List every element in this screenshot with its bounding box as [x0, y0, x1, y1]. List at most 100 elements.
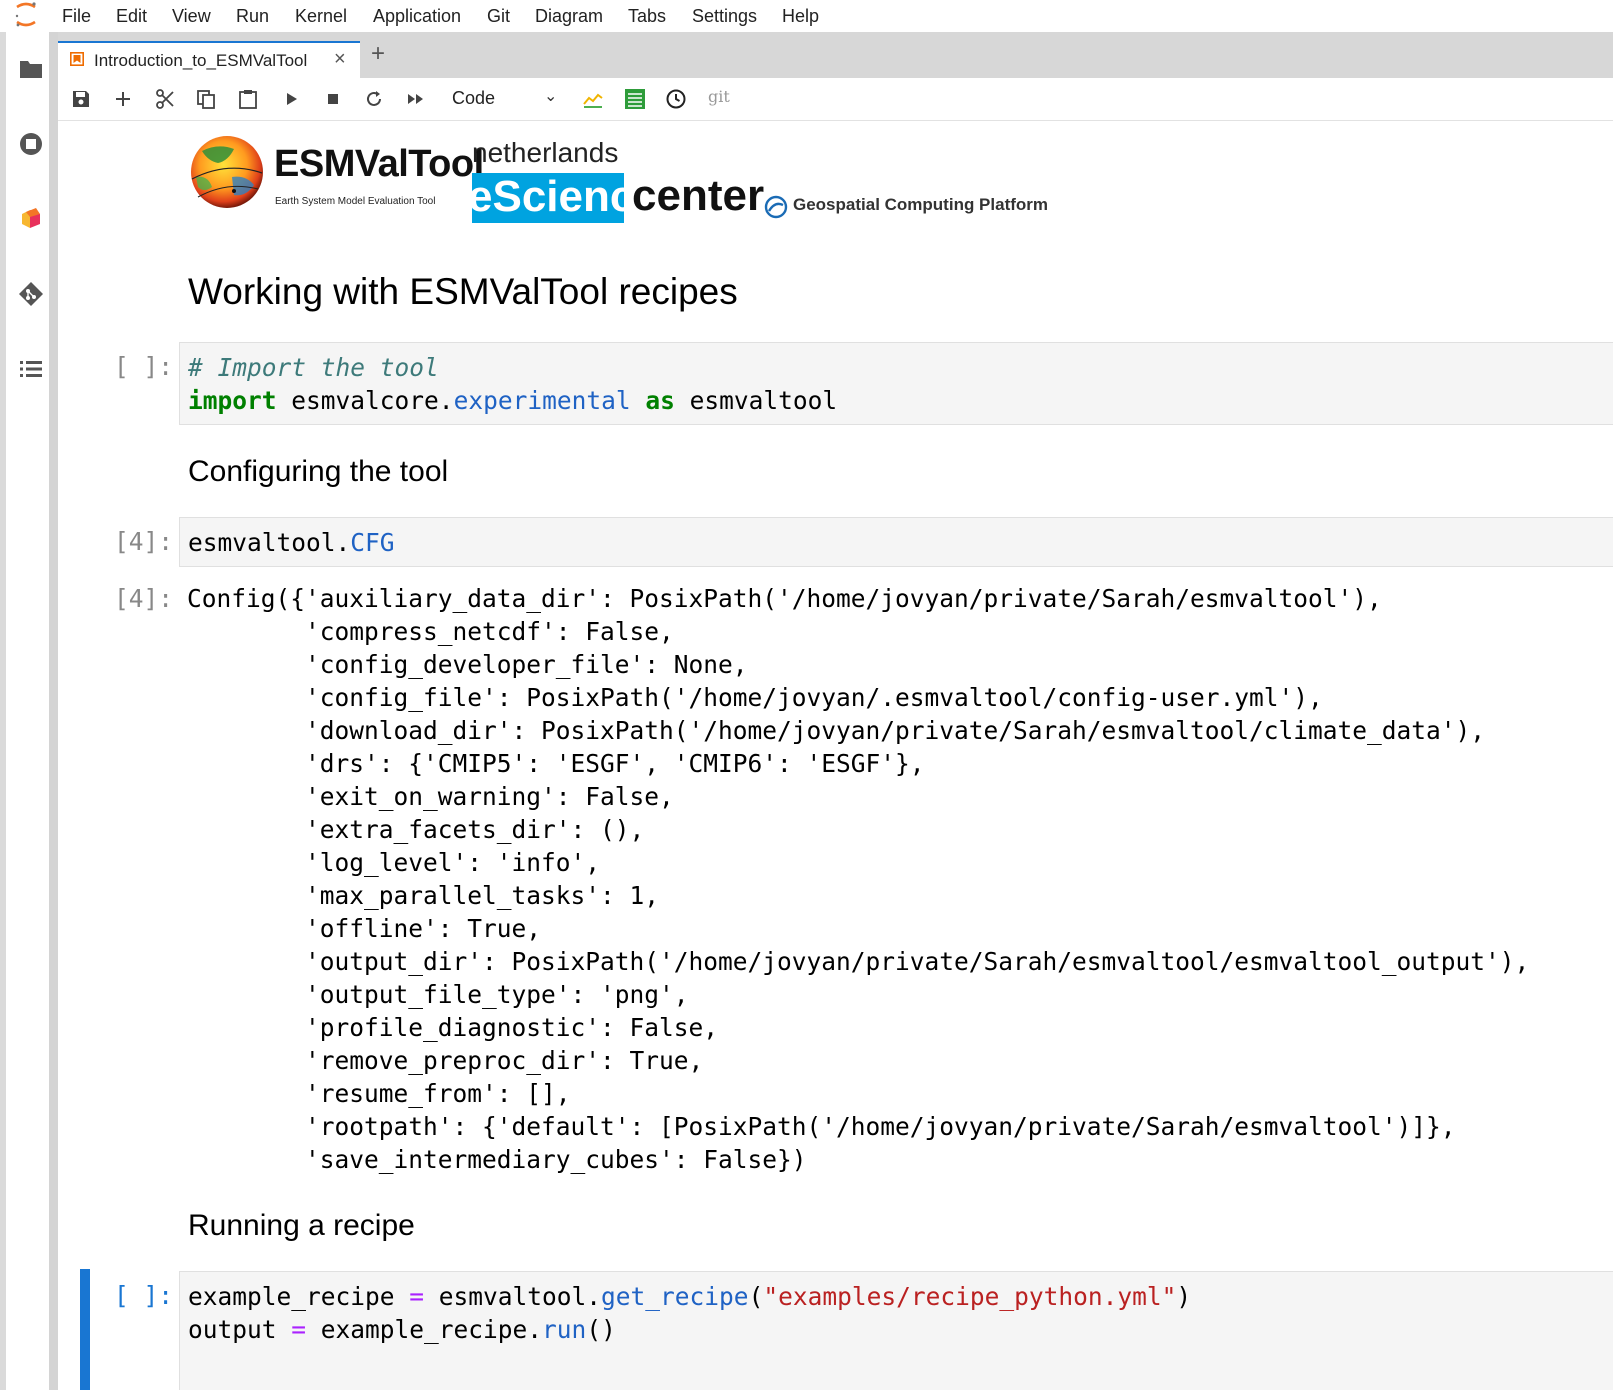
parens: (): [586, 1315, 616, 1344]
menu-bar: File Edit View Run Kernel Application Gi…: [0, 0, 1613, 32]
tab-introduction-to-esmvaltool[interactable]: Introduction_to_ESMValTool ×: [58, 41, 360, 78]
operator: =: [409, 1282, 425, 1311]
code-import: # Import the tool import esmvalcore.expe…: [188, 351, 837, 417]
output-line: 'remove_preproc_dir': True,: [187, 1046, 704, 1075]
object-ref: esmvaltool.: [424, 1282, 602, 1311]
menu-settings[interactable]: Settings: [692, 6, 757, 27]
output-line: 'drs': {'CMIP5': 'ESGF', 'CMIP6': 'ESGF'…: [187, 749, 925, 778]
input-prompt: [ ]:: [113, 1281, 173, 1310]
cell-type-value: Code: [452, 88, 496, 108]
nlesc-center-text: center: [632, 171, 765, 220]
menu-git[interactable]: Git: [487, 6, 510, 27]
run-icon[interactable]: [280, 88, 302, 110]
esmvaltool-globe-logo: [191, 136, 263, 208]
menu-diagram[interactable]: Diagram: [535, 6, 603, 27]
output-line: 'resume_from': [],: [187, 1079, 571, 1108]
gcp-text: Geospatial Computing Platform: [793, 195, 1049, 214]
attribute: experimental: [453, 386, 631, 415]
notebook-icon: [70, 52, 84, 66]
table-of-contents-icon[interactable]: [18, 356, 44, 382]
output-line: 'config_file': PosixPath('/home/jovyan/.…: [187, 683, 1323, 712]
tab-close-icon[interactable]: ×: [334, 48, 346, 71]
module-name: esmvalcore: [291, 386, 439, 415]
menu-help[interactable]: Help: [782, 6, 819, 27]
function-name: run: [542, 1315, 587, 1344]
input-prompt: [ ]:: [113, 352, 173, 381]
output-line: Config({'auxiliary_data_dir': PosixPath(…: [187, 584, 1382, 613]
heading-configuring: Configuring the tool: [188, 455, 449, 488]
paren-open: (: [748, 1282, 764, 1311]
notebook-panel: ESMValTool Earth System Model Evaluation…: [58, 121, 1613, 1390]
code-cell-cfg[interactable]: esmvaltool.CFG: [179, 517, 1613, 567]
chart-line-icon[interactable]: [582, 88, 604, 110]
variable: example_recipe: [188, 1282, 410, 1311]
nlesc-science-box: eScience: [472, 173, 624, 223]
fast-forward-icon[interactable]: [405, 88, 427, 110]
tab-label: Introduction_to_ESMValTool: [94, 51, 308, 70]
code-cfg: esmvaltool.CFG: [188, 526, 395, 559]
notebook-toolbar: Code ⌄ git: [58, 78, 1613, 121]
menu-run[interactable]: Run: [236, 6, 269, 27]
stop-icon[interactable]: [322, 88, 344, 110]
output-line: 'config_developer_file': None,: [187, 650, 748, 679]
output-line: 'profile_diagnostic': False,: [187, 1013, 719, 1042]
menu-edit[interactable]: Edit: [116, 6, 147, 27]
variable-inspector-icon[interactable]: [624, 88, 646, 110]
output-line: 'rootpath': {'default': [PosixPath('/hom…: [187, 1112, 1456, 1141]
chevron-down-icon: ⌄: [544, 88, 558, 105]
menu-file[interactable]: File: [62, 6, 91, 27]
paste-icon[interactable]: [237, 88, 259, 110]
heading-working-with-recipes: Working with ESMValTool recipes: [188, 271, 738, 312]
alias: esmvaltool: [689, 386, 838, 415]
code-cell-import[interactable]: # Import the tool import esmvalcore.expe…: [179, 342, 1613, 425]
object-ref: example_recipe.: [306, 1315, 543, 1344]
esmvaltool-subtitle: Earth System Model Evaluation Tool: [275, 196, 436, 207]
sidebar-divider[interactable]: [49, 32, 58, 1390]
extension-manager-icon[interactable]: [18, 206, 44, 232]
nlesc-netherlands-text: netherlands: [472, 137, 619, 168]
output-line: 'exit_on_warning': False,: [187, 782, 674, 811]
cell-output: Config({'auxiliary_data_dir': PosixPath(…: [187, 582, 1529, 1176]
git-label[interactable]: git: [708, 87, 730, 106]
add-cell-icon[interactable]: [112, 88, 134, 110]
code-run: example_recipe = esmvaltool.get_recipe("…: [188, 1280, 1191, 1346]
output-line: 'output_dir': PosixPath('/home/jovyan/pr…: [187, 947, 1530, 976]
object-name: esmvaltool: [188, 528, 336, 557]
running-kernels-icon[interactable]: [18, 131, 44, 157]
menu-application[interactable]: Application: [373, 6, 461, 27]
save-icon[interactable]: [70, 88, 92, 110]
keyword-as: as: [645, 386, 675, 415]
cell-type-select[interactable]: Code ⌄: [452, 86, 566, 112]
dot: .: [335, 528, 351, 557]
paren-close: ): [1176, 1282, 1192, 1311]
nlesc-science-text: eScience: [472, 173, 624, 221]
output-line: 'log_level': 'info',: [187, 848, 601, 877]
output-line: 'offline': True,: [187, 914, 542, 943]
output-prompt: [4]:: [113, 584, 173, 613]
gcp-logo-icon: [764, 195, 788, 219]
attribute: CFG: [350, 528, 395, 557]
jupyter-logo-icon[interactable]: [14, 2, 38, 28]
operator: =: [291, 1315, 307, 1344]
esmvaltool-title: ESMValTool: [274, 143, 484, 185]
function-name: get_recipe: [601, 1282, 749, 1311]
output-line: 'max_parallel_tasks': 1,: [187, 881, 660, 910]
copy-icon[interactable]: [195, 88, 217, 110]
dot: .: [438, 386, 454, 415]
cut-icon[interactable]: [154, 88, 176, 110]
new-tab-button[interactable]: +: [363, 40, 393, 70]
menu-kernel[interactable]: Kernel: [295, 6, 347, 27]
menu-tabs[interactable]: Tabs: [628, 6, 666, 27]
output-line: 'save_intermediary_cubes': False}): [187, 1145, 807, 1174]
restart-icon[interactable]: [363, 88, 385, 110]
code-cell-run-recipe[interactable]: example_recipe = esmvaltool.get_recipe("…: [179, 1271, 1613, 1390]
output-line: 'output_file_type': 'png',: [187, 980, 689, 1009]
git-icon[interactable]: [18, 281, 44, 307]
input-prompt: [4]:: [113, 527, 173, 556]
comment: # Import the tool: [188, 353, 439, 382]
string-literal: "examples/recipe_python.yml": [763, 1282, 1177, 1311]
folder-icon[interactable]: [18, 56, 44, 82]
variable: output: [188, 1315, 292, 1344]
menu-view[interactable]: View: [172, 6, 211, 27]
clock-icon[interactable]: [665, 88, 687, 110]
